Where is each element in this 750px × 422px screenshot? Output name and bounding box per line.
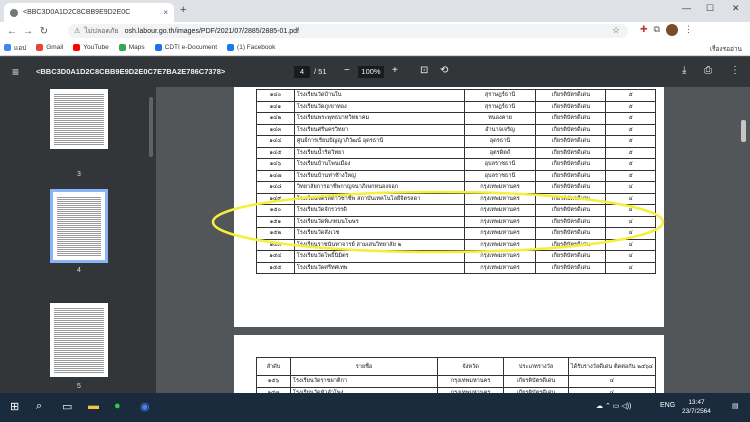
search-icon[interactable]: ⌕ (36, 400, 42, 413)
thumbnail-sidebar: 3 4 5 (0, 87, 156, 393)
avatar[interactable] (665, 24, 678, 36)
bookmark-label: YouTube (83, 44, 109, 51)
viewer-scrollbar[interactable] (741, 120, 746, 142)
thumbnail-label: 5 (77, 383, 81, 390)
page-number-input[interactable]: 4 (294, 66, 310, 78)
thumbnail-page-4[interactable] (50, 189, 108, 263)
more-options-icon[interactable]: ⋮ (730, 65, 740, 76)
browser-tab[interactable]: <BBC3D0A1D2C8CBB9E9D2E0C × (4, 3, 174, 22)
cdti-icon (154, 44, 162, 51)
youtube-icon (73, 44, 81, 51)
menu-dots-icon[interactable]: ⋮ (684, 24, 693, 36)
notification-icon[interactable]: ▤ (732, 402, 739, 410)
gmail-icon (36, 44, 44, 51)
download-icon[interactable]: ⤓ (682, 65, 686, 76)
apps-icon (4, 44, 11, 51)
thumbnail-content (57, 196, 101, 256)
thumbnail-content (54, 307, 104, 373)
line-app-icon[interactable]: ● (114, 400, 121, 412)
zoom-in-button[interactable]: + (392, 65, 398, 76)
windows-taskbar: ⊞ ⌕ ▭ ▬ ● ◉ ☁ ⌃ ▭ ◁)) ENG 13:47 23/7/256… (0, 393, 750, 422)
minimize-button[interactable]: — (682, 3, 691, 13)
tab-close-icon[interactable]: × (163, 8, 168, 17)
forward-button[interactable]: → (20, 26, 36, 37)
browser-tabbar: <BBC3D0A1D2C8CBB9E9D2E0C × + — ☐ ✕ (0, 0, 750, 22)
print-icon[interactable]: ⎙ (704, 65, 712, 76)
thumbnail-page-3[interactable] (50, 89, 108, 149)
maximize-button[interactable]: ☐ (706, 3, 714, 14)
system-clock[interactable]: 13:47 23/7/2564 (682, 398, 711, 416)
sidebar-menu-icon[interactable]: ≡ (12, 65, 19, 79)
address-bar[interactable]: ⚠ ไม่ปลอดภัย osh.labour.go.th/images/PDF… (68, 24, 628, 38)
thumbnail-page-5[interactable] (50, 303, 108, 377)
maps-icon (118, 44, 126, 51)
bookmark-gmail[interactable]: Gmail (36, 44, 63, 51)
bookmark-label: Maps (128, 44, 145, 51)
pdf-viewer[interactable]: ๑๔๐ โรงเรียนวัดบ้านใน สุราษฎร์ธานี เกียรติบ… (156, 87, 750, 393)
bookmarks-bar: แอป Gmail YouTube Maps CDTI e-Document (… (0, 40, 750, 56)
file-explorer-icon[interactable]: ▬ (88, 400, 99, 412)
reading-list[interactable]: เรื่องรออ่าน (710, 44, 742, 54)
bookmark-label: แอป (14, 44, 27, 52)
extension-icon[interactable]: ✚ (640, 24, 648, 36)
sidebar-scrollbar[interactable] (149, 97, 153, 157)
rotate-icon[interactable]: ⟲ (440, 65, 448, 76)
url-text: osh.labour.go.th/images/PDF/2021/07/2885… (124, 27, 299, 35)
pdf-filename: <BBC3D0A1D2C8CBB9E9D2E0C7E7BA2E786C7378> (36, 67, 226, 76)
bookmark-label: (1) Facebook (237, 44, 276, 51)
bookmark-facebook[interactable]: (1) Facebook (227, 44, 275, 51)
security-label: ไม่ปลอดภัย (84, 27, 119, 35)
zoom-out-button[interactable]: − (344, 65, 350, 76)
fit-page-icon[interactable]: ⊡ (420, 65, 428, 76)
clock-date: 23/7/2564 (682, 408, 711, 415)
thumbnail-label: 4 (77, 267, 81, 274)
bookmark-apps[interactable]: แอป (4, 43, 26, 53)
globe-icon (10, 8, 18, 17)
back-button[interactable]: ← (4, 26, 20, 37)
warning-icon: ⚠ (74, 28, 81, 35)
pdf-toolbar: ≡ <BBC3D0A1D2C8CBB9E9D2E0C7E7BA2E786C737… (0, 57, 750, 87)
close-window-button[interactable]: ✕ (732, 3, 740, 14)
bookmark-label: Gmail (46, 44, 64, 51)
tab-title: <BBC3D0A1D2C8CBB9E9D2E0C (23, 9, 131, 16)
bookmark-youtube[interactable]: YouTube (73, 44, 109, 51)
zoom-input[interactable]: 100% (358, 66, 384, 78)
browser-toolbar: ← → ↻ ⚠ ไม่ปลอดภัย osh.labour.go.th/imag… (0, 22, 750, 40)
tray-icons[interactable]: ☁ ⌃ ▭ ◁)) (596, 402, 631, 410)
toolbar-icons: ✚ ⧉ ⋮ (640, 24, 693, 36)
facebook-icon (227, 44, 235, 51)
thumbnail-content (54, 93, 104, 145)
highlight-ellipse-overlay (211, 190, 665, 254)
clock-time: 13:47 (688, 399, 705, 406)
thumbnail-label: 3 (77, 171, 81, 178)
task-view-icon[interactable]: ▭ (62, 400, 72, 413)
input-language[interactable]: ENG (660, 402, 675, 409)
reload-button[interactable]: ↻ (36, 26, 52, 37)
bookmark-label: CDTI e-Document (164, 44, 218, 51)
puzzle-icon[interactable]: ⧉ (654, 24, 660, 36)
bookmark-maps[interactable]: Maps (118, 44, 145, 51)
page-total: / 51 (314, 67, 327, 76)
new-tab-button[interactable]: + (180, 4, 186, 16)
chrome-icon[interactable]: ◉ (140, 400, 150, 413)
bookmark-star-icon[interactable]: ☆ (612, 25, 620, 36)
start-button[interactable]: ⊞ (10, 400, 19, 413)
highlight-ellipse (211, 190, 665, 254)
bookmark-cdti[interactable]: CDTI e-Document (154, 44, 218, 51)
